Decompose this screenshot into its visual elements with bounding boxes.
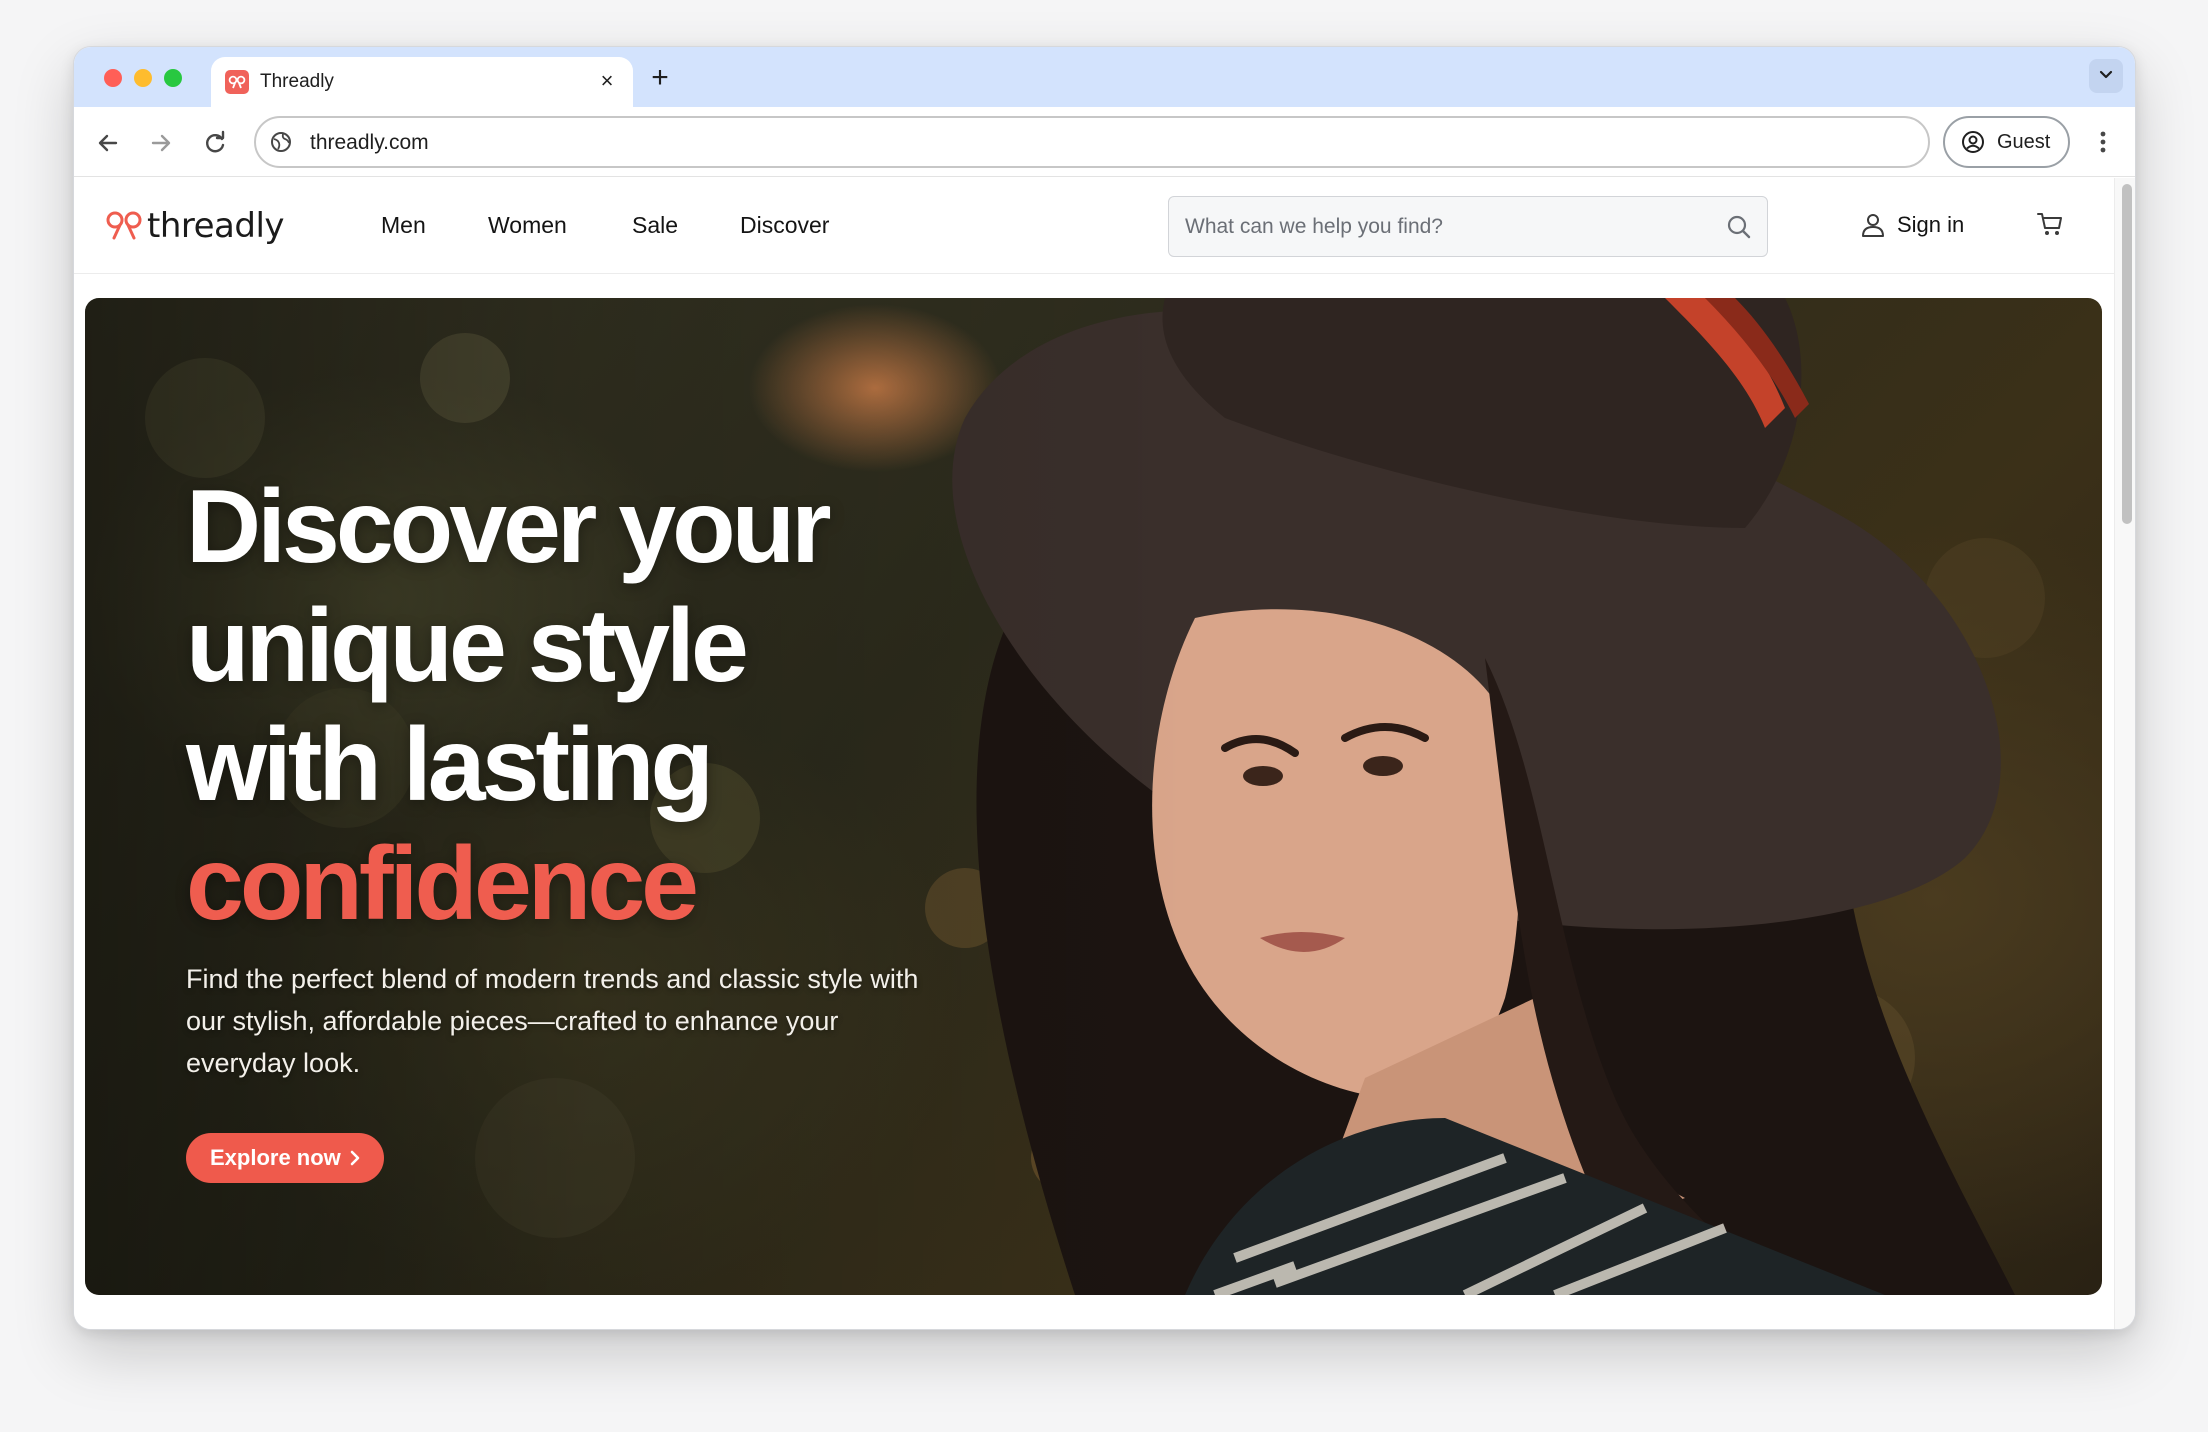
url-text: threadly.com	[310, 131, 429, 154]
cart-icon	[2037, 213, 2062, 235]
browser-menu-button[interactable]	[2088, 127, 2118, 157]
site-header: threadly Men Women Sale Discover Sign in	[74, 178, 2114, 274]
hero-headline-line-1: Discover your	[186, 469, 832, 585]
site-search-box	[1168, 196, 1768, 257]
arrow-left-icon	[98, 134, 118, 152]
hero-headline-line-3: with lasting	[186, 707, 714, 823]
hero-subtext: Find the perfect blend of modern trends …	[186, 964, 919, 1078]
explore-now-label: Explore now	[210, 1145, 341, 1170]
arrow-right-icon	[151, 134, 171, 152]
tab-strip: Threadly × +	[74, 47, 2135, 107]
more-vertical-icon	[2100, 131, 2106, 153]
reload-button[interactable]	[200, 128, 230, 158]
sign-in-label: Sign in	[1897, 212, 1965, 237]
user-icon	[1862, 214, 1884, 237]
browser-window: Threadly × + threadly.com Guest threadly…	[73, 46, 2136, 1330]
nav-link-sale[interactable]: Sale	[632, 212, 678, 239]
hero-headline-line-2: unique style	[186, 588, 749, 704]
forward-button[interactable]	[146, 128, 176, 158]
chevron-down-icon	[2099, 70, 2113, 79]
browser-toolbar: threadly.com Guest	[74, 107, 2135, 177]
site-info-icon[interactable]	[269, 130, 293, 154]
hero-headline-accent: confidence	[186, 826, 699, 942]
close-window-button[interactable]	[104, 69, 122, 87]
hero-headline: Discover your unique style with lasting …	[186, 468, 946, 944]
minimize-window-button[interactable]	[134, 69, 152, 87]
tab-title: Threadly	[260, 71, 334, 92]
browser-tab-active[interactable]: Threadly ×	[211, 57, 633, 107]
chevron-right-icon	[350, 1150, 360, 1166]
new-tab-button[interactable]: +	[644, 62, 676, 94]
back-button[interactable]	[93, 128, 123, 158]
threadly-favicon-icon	[225, 70, 249, 94]
address-bar[interactable]: threadly.com	[254, 116, 1930, 168]
nav-link-women[interactable]: Women	[488, 212, 567, 239]
reload-icon	[206, 130, 225, 153]
search-icon[interactable]	[1725, 213, 1753, 241]
logo-text: threadly	[147, 206, 285, 246]
page-scrollbar[interactable]	[2114, 178, 2135, 1329]
scrollbar-thumb[interactable]	[2122, 184, 2132, 524]
threadly-bow-icon	[106, 211, 142, 240]
tab-close-icon[interactable]: ×	[593, 67, 621, 95]
maximize-window-button[interactable]	[164, 69, 182, 87]
search-input[interactable]	[1185, 213, 1705, 241]
profile-button[interactable]: Guest	[1943, 116, 2070, 168]
profile-icon	[1962, 131, 1984, 153]
explore-now-button[interactable]: Explore now	[186, 1133, 384, 1183]
nav-link-men[interactable]: Men	[381, 212, 426, 239]
profile-label: Guest	[1997, 131, 2051, 153]
cart-button[interactable]	[2035, 209, 2065, 244]
tab-search-button[interactable]	[2089, 59, 2123, 93]
web-page: threadly Men Women Sale Discover Sign in	[74, 178, 2114, 1329]
hero-banner: Discover your unique style with lasting …	[85, 298, 2102, 1295]
nav-link-discover[interactable]: Discover	[740, 212, 829, 239]
